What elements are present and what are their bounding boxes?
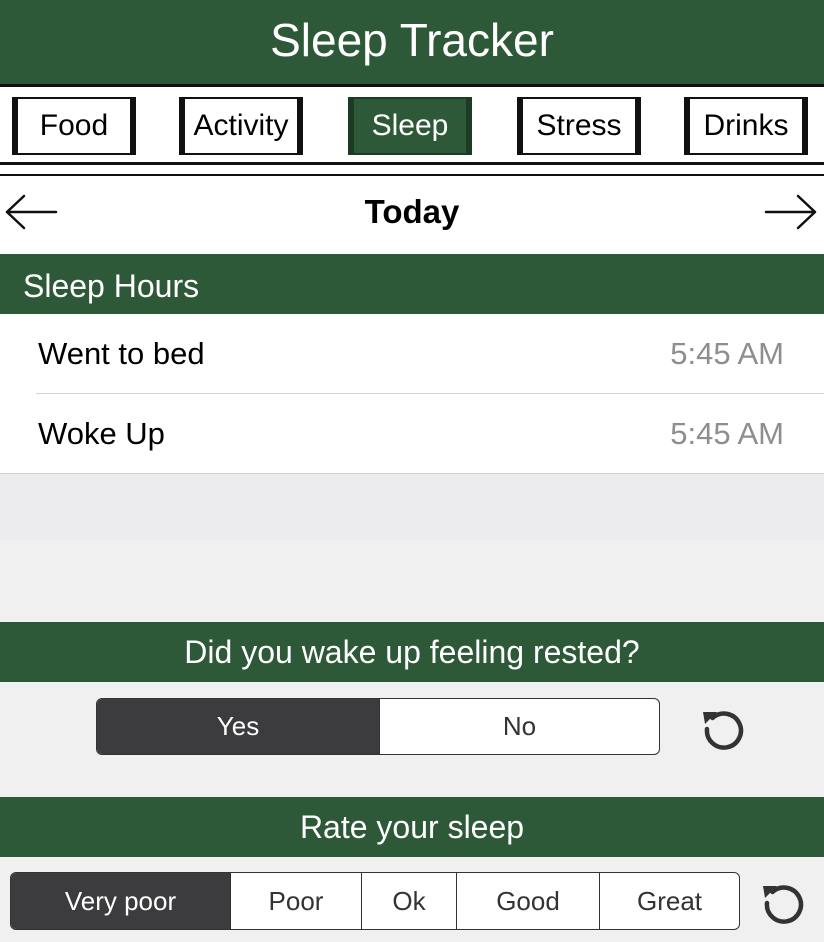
rating-segmented-control: Very poor Poor Ok Good Great bbox=[10, 872, 740, 930]
rating-option-very-poor[interactable]: Very poor bbox=[11, 873, 230, 929]
app-title: Sleep Tracker bbox=[270, 14, 554, 66]
sleep-hours-header: Sleep Hours bbox=[0, 254, 824, 314]
woke-up-time[interactable]: 5:45 AM bbox=[534, 416, 784, 452]
rested-segmented-control: Yes No bbox=[96, 698, 660, 755]
tab-drinks[interactable]: Drinks bbox=[684, 97, 808, 155]
sleep-hours-title: Sleep Hours bbox=[23, 268, 200, 304]
tab-sleep[interactable]: Sleep bbox=[348, 97, 472, 155]
rating-option-great[interactable]: Great bbox=[599, 873, 739, 929]
tab-food[interactable]: Food bbox=[12, 97, 136, 155]
arrow-left-icon[interactable] bbox=[2, 192, 60, 232]
row-divider bbox=[36, 393, 824, 394]
spacer bbox=[0, 474, 824, 540]
rating-option-ok[interactable]: Ok bbox=[361, 873, 456, 929]
tab-stress[interactable]: Stress bbox=[517, 97, 641, 155]
rating-header: Rate your sleep bbox=[0, 797, 824, 857]
rating-option-good[interactable]: Good bbox=[456, 873, 599, 929]
reset-icon[interactable] bbox=[760, 877, 808, 925]
tab-activity[interactable]: Activity bbox=[179, 97, 303, 155]
rested-header: Did you wake up feeling rested? bbox=[0, 622, 824, 682]
current-date-label: Today bbox=[364, 193, 460, 230]
rested-option-yes[interactable]: Yes bbox=[97, 699, 379, 754]
arrow-right-icon[interactable] bbox=[762, 192, 820, 232]
rested-question: Did you wake up feeling rested? bbox=[184, 634, 640, 670]
went-to-bed-time[interactable]: 5:45 AM bbox=[534, 336, 784, 372]
went-to-bed-label: Went to bed bbox=[38, 336, 205, 371]
tab-bar-divider bbox=[0, 162, 824, 165]
reset-icon[interactable] bbox=[700, 703, 748, 751]
woke-up-label: Woke Up bbox=[38, 416, 165, 451]
rating-option-poor[interactable]: Poor bbox=[230, 873, 361, 929]
rested-option-no[interactable]: No bbox=[379, 699, 659, 754]
rating-question: Rate your sleep bbox=[299, 809, 525, 845]
